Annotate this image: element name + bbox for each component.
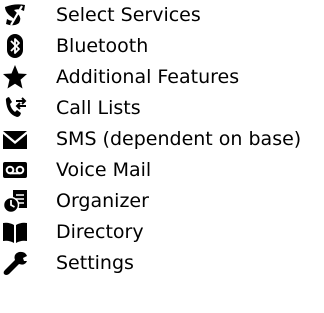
menu-item-directory[interactable]: Directory — [0, 217, 324, 247]
menu-item-label: Select Services — [56, 4, 201, 26]
menu-item-label: Additional Features — [56, 66, 240, 88]
menu-item-sms[interactable]: SMS (dependent on base) — [0, 124, 324, 154]
star-icon — [2, 64, 28, 90]
menu-item-voice-mail[interactable]: Voice Mail — [0, 155, 324, 185]
directory-book-icon — [2, 219, 28, 245]
bluetooth-icon — [2, 33, 28, 59]
envelope-icon — [2, 126, 28, 152]
menu-item-label: Organizer — [56, 190, 149, 212]
menu-item-label: SMS (dependent on base) — [56, 128, 302, 150]
menu-item-call-lists[interactable]: Call Lists — [0, 93, 324, 123]
organizer-icon — [2, 188, 28, 214]
select-services-icon — [2, 2, 28, 28]
menu-item-label: Call Lists — [56, 97, 141, 119]
wrench-icon — [2, 250, 28, 276]
call-lists-icon — [2, 95, 28, 121]
menu-item-label: Bluetooth — [56, 35, 149, 57]
menu-item-organizer[interactable]: Organizer — [0, 186, 324, 216]
menu-item-select-services[interactable]: Select Services — [0, 0, 324, 30]
menu-item-settings[interactable]: Settings — [0, 248, 324, 278]
menu-item-label: Voice Mail — [56, 159, 152, 181]
menu-item-bluetooth[interactable]: Bluetooth — [0, 31, 324, 61]
menu-item-label: Directory — [56, 221, 144, 243]
menu-item-additional-features[interactable]: Additional Features — [0, 62, 324, 92]
voicemail-icon — [2, 157, 28, 183]
menu-item-label: Settings — [56, 252, 134, 274]
